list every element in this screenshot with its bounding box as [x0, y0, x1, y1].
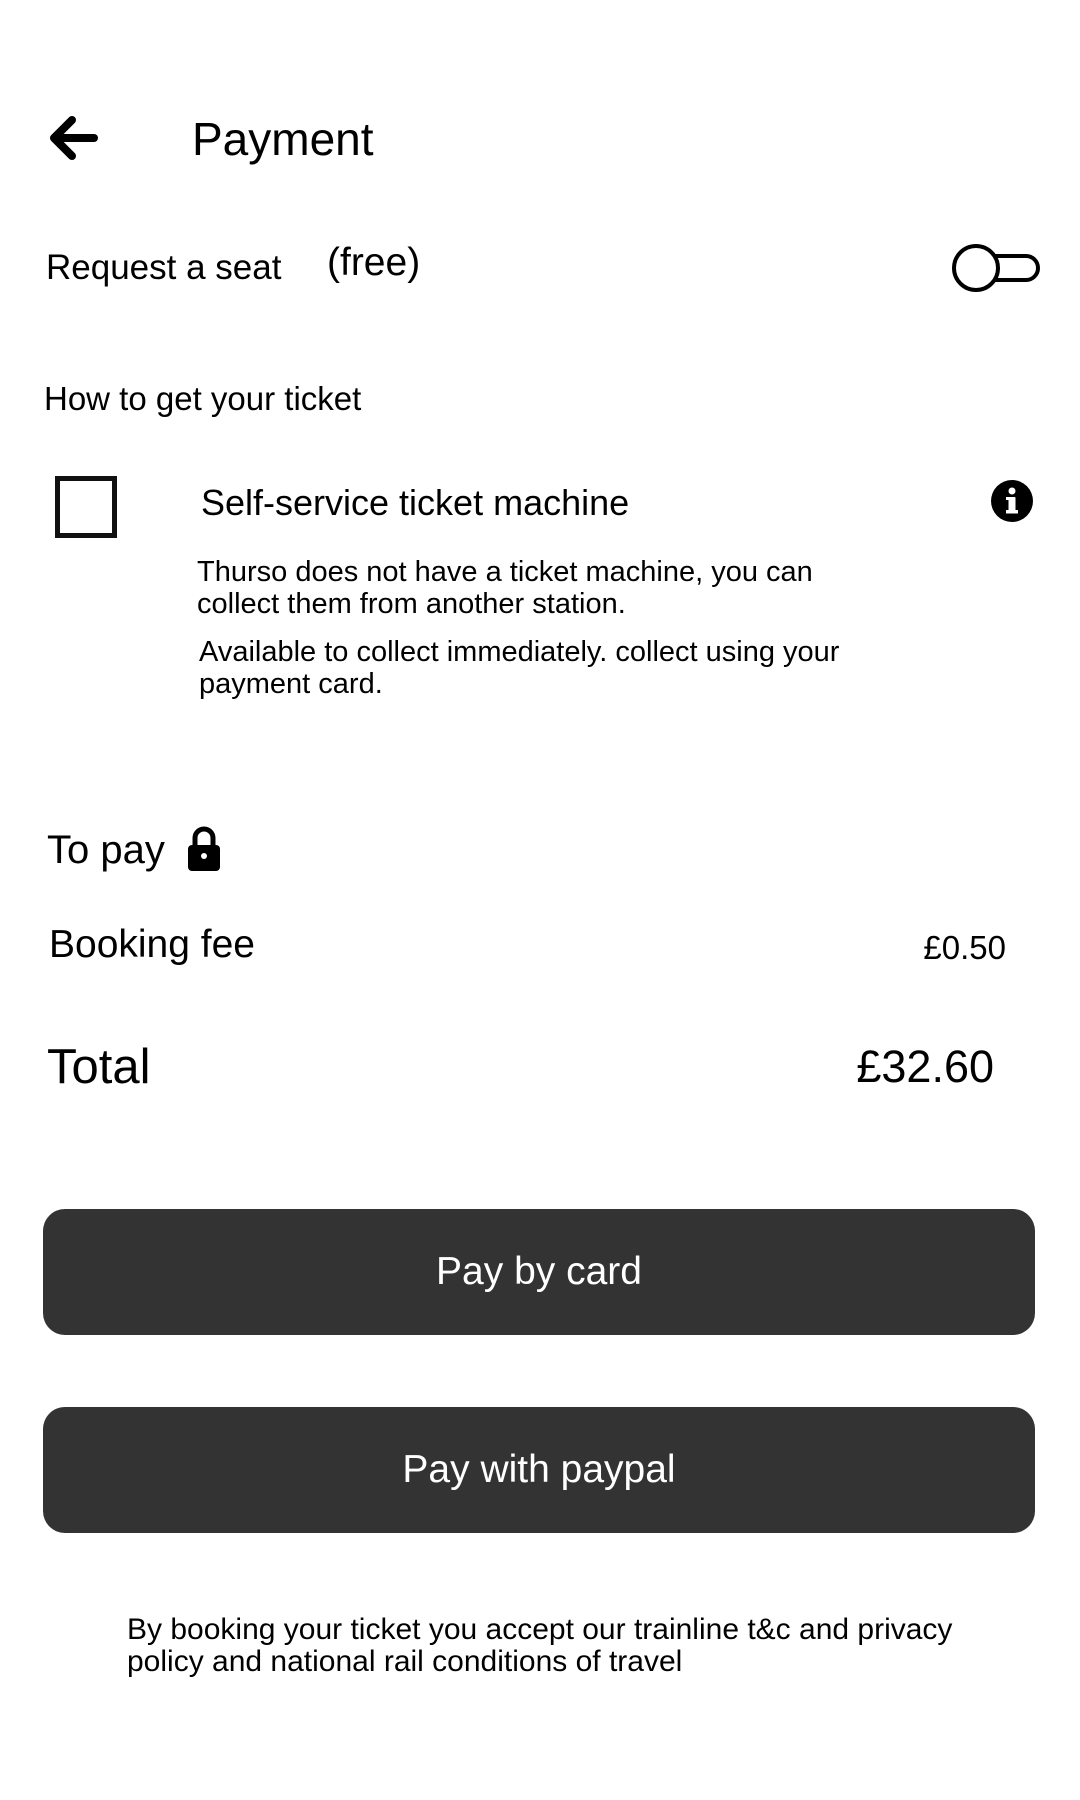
ticket-collection-note: Available to collect immediately. collec… — [199, 636, 840, 700]
to-pay-heading: To pay — [47, 828, 165, 872]
total-value: £32.60 — [856, 1041, 994, 1092]
info-icon[interactable] — [990, 479, 1034, 523]
ticket-machine-label: Self-service ticket machine — [201, 482, 630, 523]
arrow-left-icon — [50, 116, 98, 160]
ticket-delivery-heading: How to get your ticket — [44, 380, 362, 417]
seat-request-label: Request a seat — [46, 248, 282, 287]
pay-with-paypal-label: Pay with paypal — [402, 1448, 676, 1491]
terms-notice: By booking your ticket you accept our tr… — [127, 1613, 953, 1678]
seat-price-note: (free) — [327, 241, 421, 284]
pay-by-card-button[interactable]: Pay by card — [43, 1209, 1035, 1335]
lock-icon — [186, 826, 222, 872]
ticket-machine-checkbox[interactable] — [55, 476, 117, 538]
total-label: Total — [47, 1040, 151, 1094]
booking-fee-label: Booking fee — [49, 923, 255, 966]
pay-with-paypal-button[interactable]: Pay with paypal — [43, 1407, 1035, 1533]
pay-by-card-label: Pay by card — [436, 1250, 642, 1293]
page-title: Payment — [192, 113, 374, 165]
toggle-switch-icon — [952, 244, 1040, 292]
seat-request-toggle[interactable] — [950, 240, 1042, 296]
booking-fee-value: £0.50 — [923, 929, 1006, 966]
ticket-machine-note: Thurso does not have a ticket machine, y… — [197, 556, 813, 620]
back-button[interactable] — [44, 108, 104, 168]
